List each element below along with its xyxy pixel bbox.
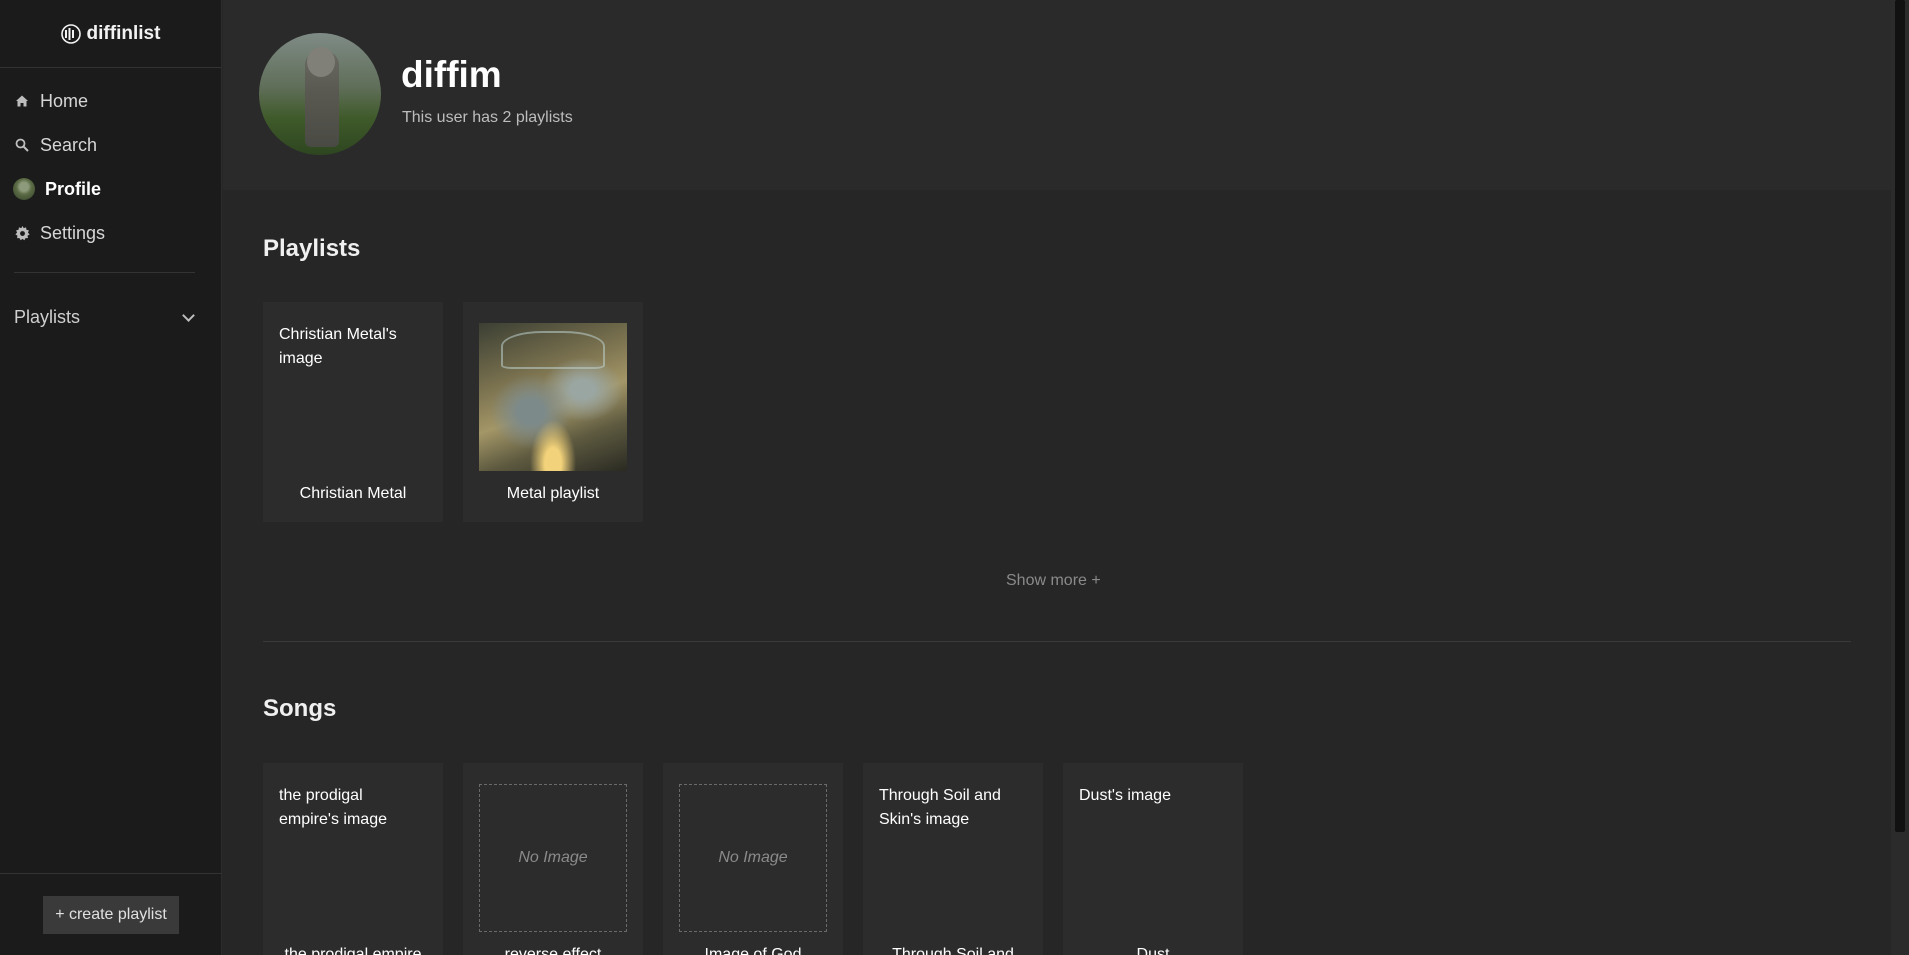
sidebar-divider <box>14 272 195 273</box>
song-card[interactable]: Through Soil and Skin's image Through So… <box>863 763 1043 955</box>
sidebar-item-label: Settings <box>40 222 106 243</box>
song-card[interactable]: No Image Image of God <box>663 763 843 955</box>
sidebar-item-profile[interactable]: Profile <box>0 167 221 211</box>
profile-avatar <box>259 33 381 155</box>
sidebar-item-search[interactable]: Search <box>0 123 221 167</box>
sidebar-playlists-toggle[interactable]: Playlists <box>0 303 221 331</box>
show-more-button[interactable]: Show more + <box>1006 572 1101 590</box>
song-title: Through Soil and <box>892 946 1014 955</box>
main-content: diffim This user has 2 playlists Playlis… <box>223 0 1891 955</box>
image-alt-text: the prodigal empire's image <box>279 787 387 828</box>
playlist-card[interactable]: Metal playlist <box>463 302 643 522</box>
song-card[interactable]: the prodigal empire's image the prodigal… <box>263 763 443 955</box>
sidebar-item-home[interactable]: Home <box>0 79 221 123</box>
sidebar-playlists-label: Playlists <box>14 306 81 327</box>
song-image: Through Soil and Skin's image <box>879 784 1027 932</box>
songs-section-title: Songs <box>263 695 337 722</box>
diffinlist-logo-icon <box>60 23 81 44</box>
sidebar-item-label: Home <box>40 90 89 111</box>
scrollbar-thumb[interactable] <box>1895 0 1905 832</box>
playlists-section-title: Playlists <box>263 235 361 262</box>
playlists-grid: Christian Metal's image Christian Metal … <box>263 302 643 522</box>
song-title: Image of God <box>704 946 802 955</box>
profile-header: diffim This user has 2 playlists <box>223 0 1891 190</box>
search-icon <box>14 137 30 153</box>
sidebar-footer: + create playlist <box>0 873 222 955</box>
sidebar-item-label: Profile <box>45 178 102 199</box>
song-title: the prodigal empire <box>284 946 422 955</box>
song-title: Dust <box>1136 946 1170 955</box>
section-divider <box>263 641 1851 642</box>
image-alt-text: Christian Metal's image <box>279 326 397 367</box>
song-card[interactable]: No Image reverse effect <box>463 763 643 955</box>
image-alt-text: Through Soil and Skin's image <box>879 787 1001 828</box>
playlist-title: Metal playlist <box>506 485 600 502</box>
song-card[interactable]: Dust's image Dust <box>1063 763 1243 955</box>
profile-name: diffim <box>401 54 502 95</box>
playlist-image: Christian Metal's image <box>279 323 427 471</box>
song-title: reverse effect <box>504 946 602 955</box>
avatar <box>13 178 35 200</box>
brand-logo[interactable]: diffinlist <box>0 0 221 68</box>
sidebar: diffinlist Home Search Profile Settings … <box>0 0 222 955</box>
playlist-cover-image <box>479 323 627 471</box>
create-playlist-button[interactable]: + create playlist <box>43 895 179 934</box>
chevron-down-icon <box>182 308 195 322</box>
brand-name: diffinlist <box>86 22 161 44</box>
profile-playlist-count: This user has 2 playlists <box>402 109 573 126</box>
song-image: Dust's image <box>1079 784 1227 932</box>
app: diffinlist Home Search Profile Settings … <box>0 0 1909 955</box>
song-image: the prodigal empire's image <box>279 784 427 932</box>
playlist-card[interactable]: Christian Metal's image Christian Metal <box>263 302 443 522</box>
sidebar-item-settings[interactable]: Settings <box>0 211 221 255</box>
home-icon <box>14 93 30 109</box>
sidebar-item-label: Search <box>40 134 98 155</box>
no-image-placeholder: No Image <box>479 784 627 932</box>
songs-grid: the prodigal empire's image the prodigal… <box>263 763 1243 955</box>
playlist-title: Christian Metal <box>299 485 407 502</box>
no-image-placeholder: No Image <box>679 784 827 932</box>
page-scrollbar[interactable] <box>1891 0 1909 955</box>
image-alt-text: Dust's image <box>1079 787 1171 804</box>
sidebar-nav: Home Search Profile Settings <box>0 68 221 255</box>
gear-icon <box>14 225 30 241</box>
